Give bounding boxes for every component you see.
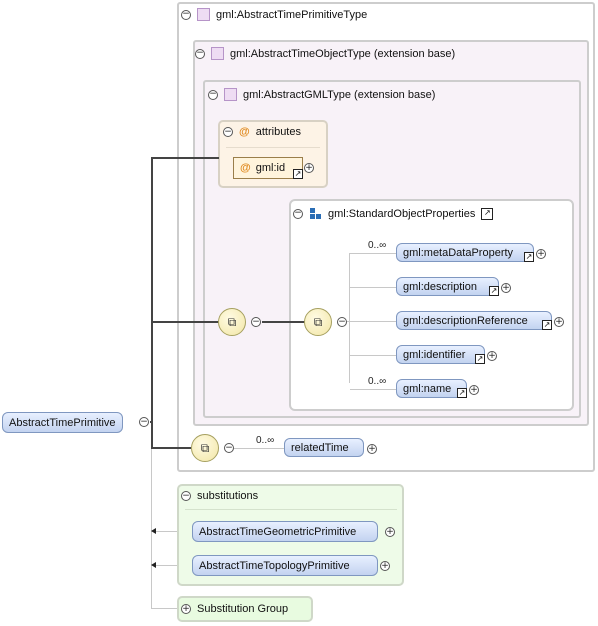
group-header: − gml:StandardObjectProperties ↗ bbox=[293, 207, 494, 220]
arrow-left-icon bbox=[151, 528, 156, 534]
connector-line bbox=[151, 447, 191, 449]
sequence-compositor-icon[interactable]: ⧉ bbox=[218, 308, 246, 336]
element-name[interactable]: gml:name ↗ bbox=[396, 379, 467, 398]
expand-icon[interactable]: + bbox=[536, 249, 546, 259]
complex-type-icon bbox=[224, 88, 237, 101]
connector-line bbox=[350, 355, 396, 356]
time-object-type-label: gml:AbstractTimeObjectType (extension ba… bbox=[230, 47, 456, 60]
reference-arrow-icon: ↗ bbox=[542, 320, 552, 330]
collapse-icon[interactable]: − bbox=[195, 48, 205, 59]
connector-line bbox=[151, 157, 219, 159]
substitution-geometric[interactable]: AbstractTimeGeometricPrimitive bbox=[192, 521, 378, 542]
attribute-at-icon: @ bbox=[240, 162, 251, 174]
collapse-icon[interactable]: − bbox=[293, 208, 303, 219]
expand-icon[interactable]: + bbox=[487, 351, 497, 361]
element-label: gml:description bbox=[403, 280, 477, 293]
substitution-group-header: + Substitution Group bbox=[181, 603, 288, 615]
complex-type-label: gml:AbstractTimePrimitiveType bbox=[216, 8, 368, 21]
attributes-label: attributes bbox=[255, 126, 301, 138]
time-object-type-header: − gml:AbstractTimeObjectType (extension … bbox=[195, 47, 455, 60]
connector-line bbox=[232, 448, 284, 449]
element-metadataproperty[interactable]: gml:metaDataProperty ↗ bbox=[396, 243, 534, 262]
attribute-label: gml:id bbox=[255, 162, 286, 174]
connector-line bbox=[350, 287, 396, 288]
expand-icon[interactable]: + bbox=[554, 317, 564, 327]
root-element[interactable]: AbstractTimePrimitive bbox=[2, 412, 123, 433]
reference-arrow-icon: ↗ bbox=[481, 207, 494, 220]
element-label: gml:descriptionReference bbox=[403, 314, 528, 327]
connector-line bbox=[350, 253, 396, 254]
connector-line bbox=[350, 321, 396, 322]
connector-line bbox=[262, 321, 305, 323]
connector-line bbox=[151, 321, 219, 323]
expand-icon[interactable]: + bbox=[501, 283, 511, 293]
substitution-label: AbstractTimeTopologyPrimitive bbox=[199, 559, 350, 572]
complex-type-icon bbox=[211, 47, 224, 60]
gml-type-header: − gml:AbstractGMLType (extension base) bbox=[208, 88, 435, 101]
connector-line bbox=[151, 608, 178, 609]
gml-type-label: gml:AbstractGMLType (extension base) bbox=[243, 88, 436, 101]
reference-arrow-icon: ↗ bbox=[489, 286, 499, 296]
attribute-at-icon: @ bbox=[239, 126, 250, 138]
complex-type-header: − gml:AbstractTimePrimitiveType bbox=[181, 8, 367, 21]
attributes-header: − @ attributes bbox=[223, 126, 301, 138]
group-icon bbox=[309, 207, 322, 220]
connector-line bbox=[350, 389, 396, 390]
collapse-icon[interactable]: − bbox=[337, 317, 347, 327]
reference-arrow-icon: ↗ bbox=[457, 388, 467, 398]
sequence-compositor-icon[interactable]: ⧉ bbox=[191, 434, 219, 462]
expand-icon[interactable]: + bbox=[304, 163, 314, 173]
element-identifier[interactable]: gml:identifier ↗ bbox=[396, 345, 485, 364]
complex-type-icon bbox=[197, 8, 210, 21]
reference-arrow-icon: ↗ bbox=[475, 354, 485, 364]
sequence-compositor-icon[interactable]: ⧉ bbox=[304, 308, 332, 336]
expand-icon[interactable]: + bbox=[181, 604, 191, 614]
collapse-icon[interactable]: − bbox=[181, 9, 191, 20]
connector-line bbox=[151, 157, 153, 449]
collapse-icon[interactable]: − bbox=[223, 127, 233, 137]
expand-icon[interactable]: + bbox=[469, 385, 479, 395]
collapse-icon[interactable]: − bbox=[139, 417, 149, 427]
arrow-left-icon bbox=[151, 562, 156, 568]
element-descriptionreference[interactable]: gml:descriptionReference ↗ bbox=[396, 311, 552, 330]
substitutions-label: substitutions bbox=[197, 490, 259, 502]
substitutions-divider bbox=[185, 509, 397, 510]
collapse-icon[interactable]: − bbox=[181, 491, 191, 501]
substitutions-header: − substitutions bbox=[181, 490, 258, 502]
collapse-icon[interactable]: − bbox=[224, 443, 234, 453]
reference-arrow-icon: ↗ bbox=[524, 252, 534, 262]
root-element-label: AbstractTimePrimitive bbox=[9, 416, 116, 429]
attribute-gml-id[interactable]: @ gml:id ↗ bbox=[233, 157, 303, 179]
reference-arrow-icon: ↗ bbox=[293, 169, 303, 179]
expand-icon[interactable]: + bbox=[367, 444, 377, 454]
group-label: gml:StandardObjectProperties bbox=[328, 207, 476, 220]
connector-line bbox=[349, 253, 350, 383]
element-description[interactable]: gml:description ↗ bbox=[396, 277, 499, 296]
element-label: gml:identifier bbox=[403, 348, 466, 361]
collapse-icon[interactable]: − bbox=[251, 317, 261, 327]
element-label: gml:metaDataProperty bbox=[403, 246, 514, 259]
expand-icon[interactable]: + bbox=[380, 561, 390, 571]
cardinality-label: 0..∞ bbox=[368, 376, 387, 387]
substitution-topology[interactable]: AbstractTimeTopologyPrimitive bbox=[192, 555, 378, 576]
substitution-group-label: Substitution Group bbox=[197, 603, 289, 615]
element-relatedtime[interactable]: relatedTime bbox=[284, 438, 364, 457]
collapse-icon[interactable]: − bbox=[208, 89, 218, 100]
substitution-label: AbstractTimeGeometricPrimitive bbox=[199, 525, 357, 538]
cardinality-label: 0..∞ bbox=[256, 435, 275, 446]
element-label: relatedTime bbox=[291, 441, 349, 454]
cardinality-label: 0..∞ bbox=[368, 240, 387, 251]
expand-icon[interactable]: + bbox=[385, 527, 395, 537]
attributes-divider bbox=[226, 147, 320, 148]
element-label: gml:name bbox=[403, 382, 452, 395]
